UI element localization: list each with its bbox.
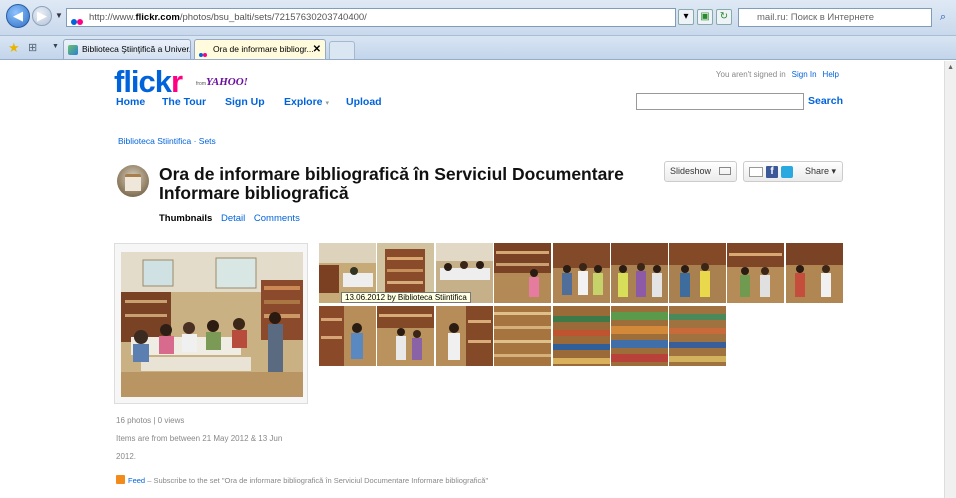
thumbnail-photo[interactable] [611,306,668,366]
tab-detail[interactable]: Detail [221,213,245,224]
history-dropdown-icon[interactable]: ▼ [55,11,63,20]
set-meta: 16 photos | 0 views Items are from betwe… [116,413,282,467]
share-bar: f Share ▾ [743,161,843,182]
flickr-favicon-icon [199,45,209,57]
avatar[interactable] [117,165,149,197]
thumbnail-photo[interactable] [553,243,610,303]
nav-sign-up[interactable]: Sign Up [225,96,265,108]
set-cover-photo[interactable] [121,252,303,397]
set-date-range-line2: 2012. [116,452,137,461]
thumbnail-photo[interactable] [786,243,843,303]
back-button[interactable]: ◀ [6,4,30,28]
twitter-icon[interactable] [781,166,793,178]
url-domain: flickr.com [135,12,180,23]
ie-page-icon [68,45,78,55]
set-stats: 16 photos | 0 views [116,416,185,425]
share-button[interactable]: Share ▾ [805,166,836,177]
tab-biblioteca[interactable]: Biblioteca Ştiinţifică a Univer... [63,39,191,59]
logo-text-pink: r [171,64,183,99]
flickr-favicon-icon [71,14,85,25]
thumbnail-photo[interactable] [436,306,493,366]
set-cover-photo-frame [114,243,308,404]
signed-out-text: You aren't signed in [715,70,786,79]
thumbnail-photo[interactable] [494,306,551,366]
tab-thumbnails[interactable]: Thumbnails [159,213,212,224]
set-date-range-line1: Items are from between 21 May 2012 & 13 … [116,434,283,443]
search-icon[interactable]: ⌕ [935,9,951,25]
browser-window: ◀ ▶ ▼ http://www.flickr.com/photos/bsu_b… [0,0,956,498]
logo-from-text: from [196,81,206,87]
rss-feed-icon [116,475,125,484]
nav-upload[interactable]: Upload [346,96,382,108]
logo-text-blue: flick [114,64,172,99]
thumbnail-photo[interactable] [319,306,376,366]
thumbnail-photo[interactable] [553,306,610,366]
slideshow-button[interactable]: Slideshow [664,161,737,182]
slideshow-label: Slideshow [670,166,712,176]
site-search-input[interactable] [636,93,804,110]
refresh-icon[interactable]: ↻ [716,9,732,25]
address-toolbar: ◀ ▶ ▼ http://www.flickr.com/photos/bsu_b… [0,0,956,36]
browser-search-input[interactable]: mail.ru: Поиск в Интернете [738,8,932,27]
flickr-page: flickr from YAHOO! Home The Tour Sign Up… [0,61,944,498]
nav-explore-label: Explore [284,96,323,108]
view-tabs: Thumbnails Detail Comments [159,213,300,224]
thumbnail-photo[interactable] [669,243,726,303]
forward-button[interactable]: ▶ [32,6,52,26]
thumbnail-photo[interactable] [669,306,726,366]
url-path: /photos/bsu_balti/sets/72157630203740400… [179,12,367,23]
thumbnail-photo[interactable] [377,306,434,366]
tab-ora-de-informare[interactable]: Ora de informare bibliogr... ✕ [194,39,326,59]
thumbnail-photo[interactable] [611,243,668,303]
url-prefix: http://www. [89,12,136,23]
help-link[interactable]: Help [823,70,839,79]
sign-in-area: You aren't signed in Sign In Help [716,70,839,79]
tab-comments[interactable]: Comments [254,213,300,224]
chevron-down-icon: ▾ [325,100,329,107]
email-icon[interactable] [749,167,763,177]
tab-bar: ★ ⊞ ▼ Biblioteca Ştiinţifică a Univer...… [0,36,956,60]
sign-in-link[interactable]: Sign In [792,70,817,79]
page-title: Ora de informare bibliografică în Servic… [159,164,624,203]
close-tab-icon[interactable]: ✕ [313,40,321,59]
quick-tabs-icon[interactable]: ⊞ [28,41,37,54]
nav-home[interactable]: Home [116,96,145,108]
url-dropdown-icon[interactable]: ▾ [678,9,694,25]
tab-list-dropdown-icon[interactable]: ▼ [52,43,59,50]
thumbnail-grid [319,243,844,368]
vertical-scrollbar[interactable] [944,61,956,498]
feed-footer: Feed – Subscribe to the set "Ora de info… [116,475,488,485]
feed-link[interactable]: Feed [128,476,145,485]
flickr-logo[interactable]: flickr [114,64,183,100]
favorites-star-icon[interactable]: ★ [8,40,20,56]
facebook-icon[interactable]: f [766,166,778,178]
yahoo-logo: YAHOO! [206,76,248,88]
monitor-icon [719,167,731,175]
nav-the-tour[interactable]: The Tour [162,96,206,108]
thumbnail-photo[interactable] [727,243,784,303]
site-search-button[interactable]: Search [808,95,843,107]
compat-view-icon[interactable]: ▣ [697,9,713,25]
thumbnail-photo[interactable] [494,243,551,303]
tab-label: Ora de informare bibliogr... [213,44,314,54]
nav-explore[interactable]: Explore ▾ [284,96,329,108]
tab-label: Biblioteca Ştiinţifică a Univer... [82,44,191,54]
thumbnail-tooltip: 13.06.2012 by Biblioteca Stiintifica [341,292,471,303]
feed-description: – Subscribe to the set "Ora de informare… [147,476,489,485]
breadcrumb[interactable]: Biblioteca Stiintifica · Sets [118,136,216,146]
scroll-up-icon[interactable]: ▲ [947,64,954,71]
url-field[interactable]: http://www.flickr.com/photos/bsu_balti/s… [66,8,676,27]
new-tab-button[interactable] [329,41,355,59]
